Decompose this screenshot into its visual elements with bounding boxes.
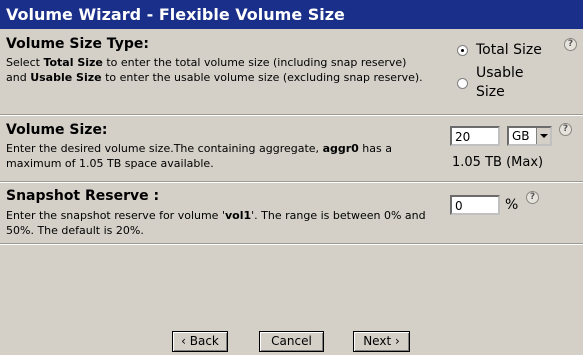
total-size-radio[interactable] [457, 45, 468, 56]
volume-size-unit-select[interactable]: GB [507, 126, 552, 146]
usable-size-label-line2[interactable]: Size [476, 83, 505, 102]
percent-label: % [505, 197, 519, 213]
size-type-help-icon[interactable]: ? [564, 38, 577, 51]
divider [0, 114, 583, 116]
back-button[interactable]: ‹ Back [172, 331, 228, 352]
volume-size-input[interactable]: 20 [450, 126, 500, 146]
snapshot-reserve-heading: Snapshot Reserve : [6, 188, 160, 204]
total-size-label[interactable]: Total Size [476, 41, 542, 60]
divider [0, 181, 583, 183]
volume-size-help-icon[interactable]: ? [559, 123, 572, 136]
max-size-text: 1.05 TB (Max) [452, 155, 544, 170]
snapshot-reserve-description: Enter the snapshot reserve for volume 'v… [6, 209, 426, 237]
divider [0, 243, 583, 245]
unit-selected-value: GB [512, 129, 530, 143]
wizard-title: Volume Wizard - Flexible Volume Size [0, 0, 583, 29]
size-type-description: Select Total Size to enter the total vol… [6, 56, 423, 84]
volume-size-description: Enter the desired volume size.The contai… [6, 142, 392, 170]
snapshot-reserve-input[interactable]: 0 [450, 195, 500, 215]
usable-size-label-line1[interactable]: Usable [476, 64, 524, 83]
cancel-button[interactable]: Cancel [259, 331, 324, 352]
size-type-heading: Volume Size Type: [6, 36, 149, 52]
snapshot-help-icon[interactable]: ? [526, 191, 539, 204]
next-button[interactable]: Next › [353, 331, 410, 352]
chevron-down-icon[interactable] [536, 128, 550, 144]
volume-size-heading: Volume Size: [6, 122, 108, 138]
usable-size-radio[interactable] [457, 78, 468, 89]
